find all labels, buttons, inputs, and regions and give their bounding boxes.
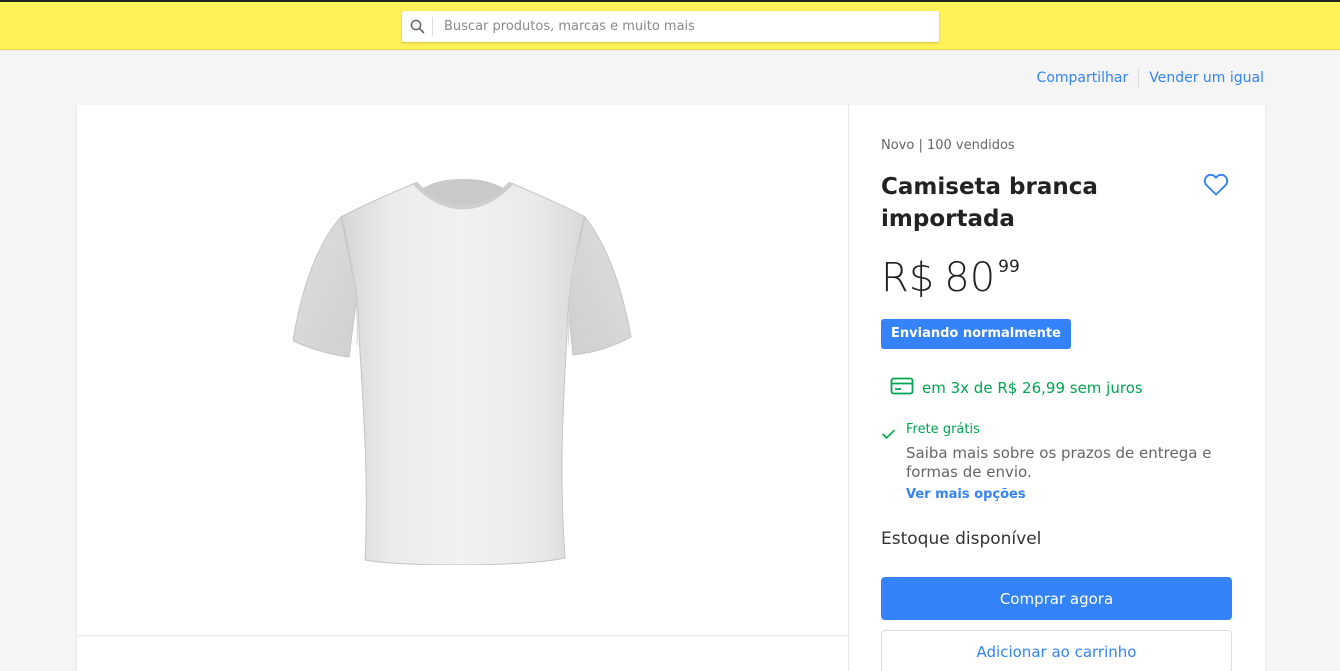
- search-bar[interactable]: [402, 11, 939, 42]
- price: R$ 80 99: [881, 252, 1020, 304]
- heart-icon[interactable]: [1203, 173, 1231, 199]
- shipping-description: Saiba mais sobre os prazos de entrega e …: [906, 444, 1212, 481]
- product-image[interactable]: [293, 175, 633, 565]
- share-separator: [1138, 68, 1140, 88]
- site-header: [0, 2, 1340, 50]
- add-to-cart-button[interactable]: Adicionar ao carrinho: [881, 630, 1232, 671]
- more-options-link[interactable]: Ver mais opções: [906, 487, 1233, 502]
- shipping-text: Frete grátis Saiba mais sobre os prazos …: [906, 421, 1233, 502]
- stock-label: Estoque disponível: [881, 529, 1042, 549]
- gallery-divider: [77, 635, 849, 636]
- checkmark-icon: [881, 421, 906, 502]
- credit-card-icon: [890, 377, 922, 399]
- buy-now-button[interactable]: Comprar agora: [881, 577, 1232, 620]
- shipping-info: Frete grátis Saiba mais sobre os prazos …: [881, 421, 1233, 502]
- share-link[interactable]: Compartilhar: [1037, 70, 1129, 86]
- shipping-status-badge: Enviando normalmente: [881, 319, 1071, 349]
- price-cents: 99: [998, 257, 1020, 277]
- share-actions: Compartilhar Vender um igual: [1037, 68, 1264, 88]
- price-currency: R$: [881, 255, 935, 301]
- installments: em 3x de R$ 26,99 sem juros: [890, 377, 1143, 399]
- search-icon[interactable]: [402, 11, 432, 42]
- product-gallery: [77, 105, 849, 635]
- product-card: Novo | 100 vendidos Camiseta branca impo…: [77, 105, 1265, 671]
- condition-sales-label: Novo | 100 vendidos: [881, 138, 1015, 153]
- free-shipping-label: Frete grátis: [906, 422, 980, 437]
- sell-similar-link[interactable]: Vender um igual: [1149, 70, 1264, 86]
- search-input[interactable]: [433, 12, 939, 41]
- column-divider: [848, 105, 849, 671]
- installments-text: em 3x de R$ 26,99 sem juros: [922, 379, 1143, 397]
- price-amount: 80: [944, 255, 996, 301]
- product-title: Camiseta branca importada: [881, 174, 1098, 232]
